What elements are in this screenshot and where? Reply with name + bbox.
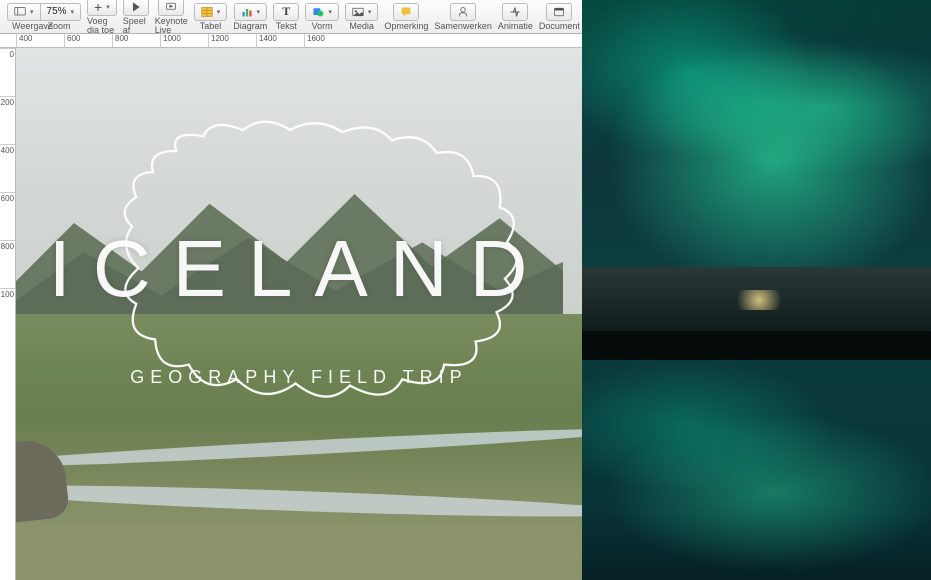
ruler-vertical[interactable]: 0 200 400 600 800 100 (0, 48, 16, 580)
shape-icon (312, 6, 324, 18)
keynote-live-button[interactable] (158, 0, 184, 16)
keynote-live-icon (165, 1, 177, 13)
add-slide-button[interactable]: +▾ (87, 0, 117, 16)
ruler-tick: 200 (0, 96, 15, 144)
ruler-tick: 600 (0, 192, 15, 240)
shape-label: Vorm (312, 22, 333, 31)
table-icon (201, 6, 213, 18)
ruler-tick: 0 (0, 48, 15, 96)
ruler-tick: 1200 (208, 34, 256, 47)
ruler-tick: 400 (16, 34, 64, 47)
slide-title[interactable]: ICELAND (16, 229, 582, 309)
comment-label: Opmerking (384, 22, 428, 31)
comment-icon (400, 6, 412, 18)
animate-button[interactable] (502, 3, 528, 21)
keynote-live-label: Keynote Live (155, 17, 188, 35)
play-label: Speel af (123, 17, 149, 35)
secondary-pane-aurora (582, 0, 931, 580)
chart-button[interactable]: ▾ (234, 3, 268, 21)
collaborate-label: Samenwerken (434, 22, 492, 31)
document-button[interactable] (546, 3, 572, 21)
keynote-app-window: ▾ 75%▾ WeergaveZoom +▾ Voeg dia toe Spee… (0, 0, 582, 580)
zoom-button[interactable]: 75%▾ (41, 3, 82, 21)
view-label: Weergave (12, 22, 42, 31)
ruler-tick: 400 (0, 144, 15, 192)
media-button[interactable]: ▾ (345, 3, 379, 21)
animate-label: Animatie (498, 22, 533, 31)
ruler-tick: 100 (0, 288, 15, 336)
slide-subtitle[interactable]: GEOGRAPHY FIELD TRIP (16, 367, 582, 388)
ruler-tick: 1000 (160, 34, 208, 47)
table-button[interactable]: ▾ (194, 3, 228, 21)
ruler-tick: 600 (64, 34, 112, 47)
play-button[interactable] (123, 0, 149, 16)
text-icon: T (282, 4, 290, 19)
view-button[interactable]: ▾ (7, 3, 41, 21)
media-label: Media (349, 22, 374, 31)
comment-button[interactable] (393, 3, 419, 21)
ruler-tick: 800 (0, 240, 15, 288)
document-label: Document (539, 22, 580, 31)
collaborate-icon (457, 6, 469, 18)
ruler-tick: 1600 (304, 34, 352, 47)
media-icon (352, 6, 364, 18)
ruler-horizontal[interactable]: 400 600 800 1000 1200 1400 1600 (0, 34, 582, 48)
view-icon (14, 6, 26, 18)
ruler-tick: 1400 (256, 34, 304, 47)
chart-label: Diagram (233, 22, 267, 31)
animate-icon (509, 6, 521, 18)
collaborate-button[interactable] (450, 3, 476, 21)
document-icon (553, 6, 565, 18)
ruler-tick: 800 (112, 34, 160, 47)
add-slide-label: Voeg dia toe (87, 17, 117, 35)
text-label: Tekst (276, 22, 297, 31)
chart-icon (241, 6, 253, 18)
table-label: Tabel (200, 22, 222, 31)
zoom-value: 75% (47, 6, 67, 17)
zoom-label: Zoom (42, 22, 76, 31)
toolbar: ▾ 75%▾ WeergaveZoom +▾ Voeg dia toe Spee… (0, 0, 582, 34)
play-icon (130, 1, 142, 13)
slide-canvas[interactable]: ICELAND GEOGRAPHY FIELD TRIP (16, 48, 582, 580)
shape-button[interactable]: ▾ (305, 3, 339, 21)
text-button[interactable]: T (273, 3, 299, 21)
